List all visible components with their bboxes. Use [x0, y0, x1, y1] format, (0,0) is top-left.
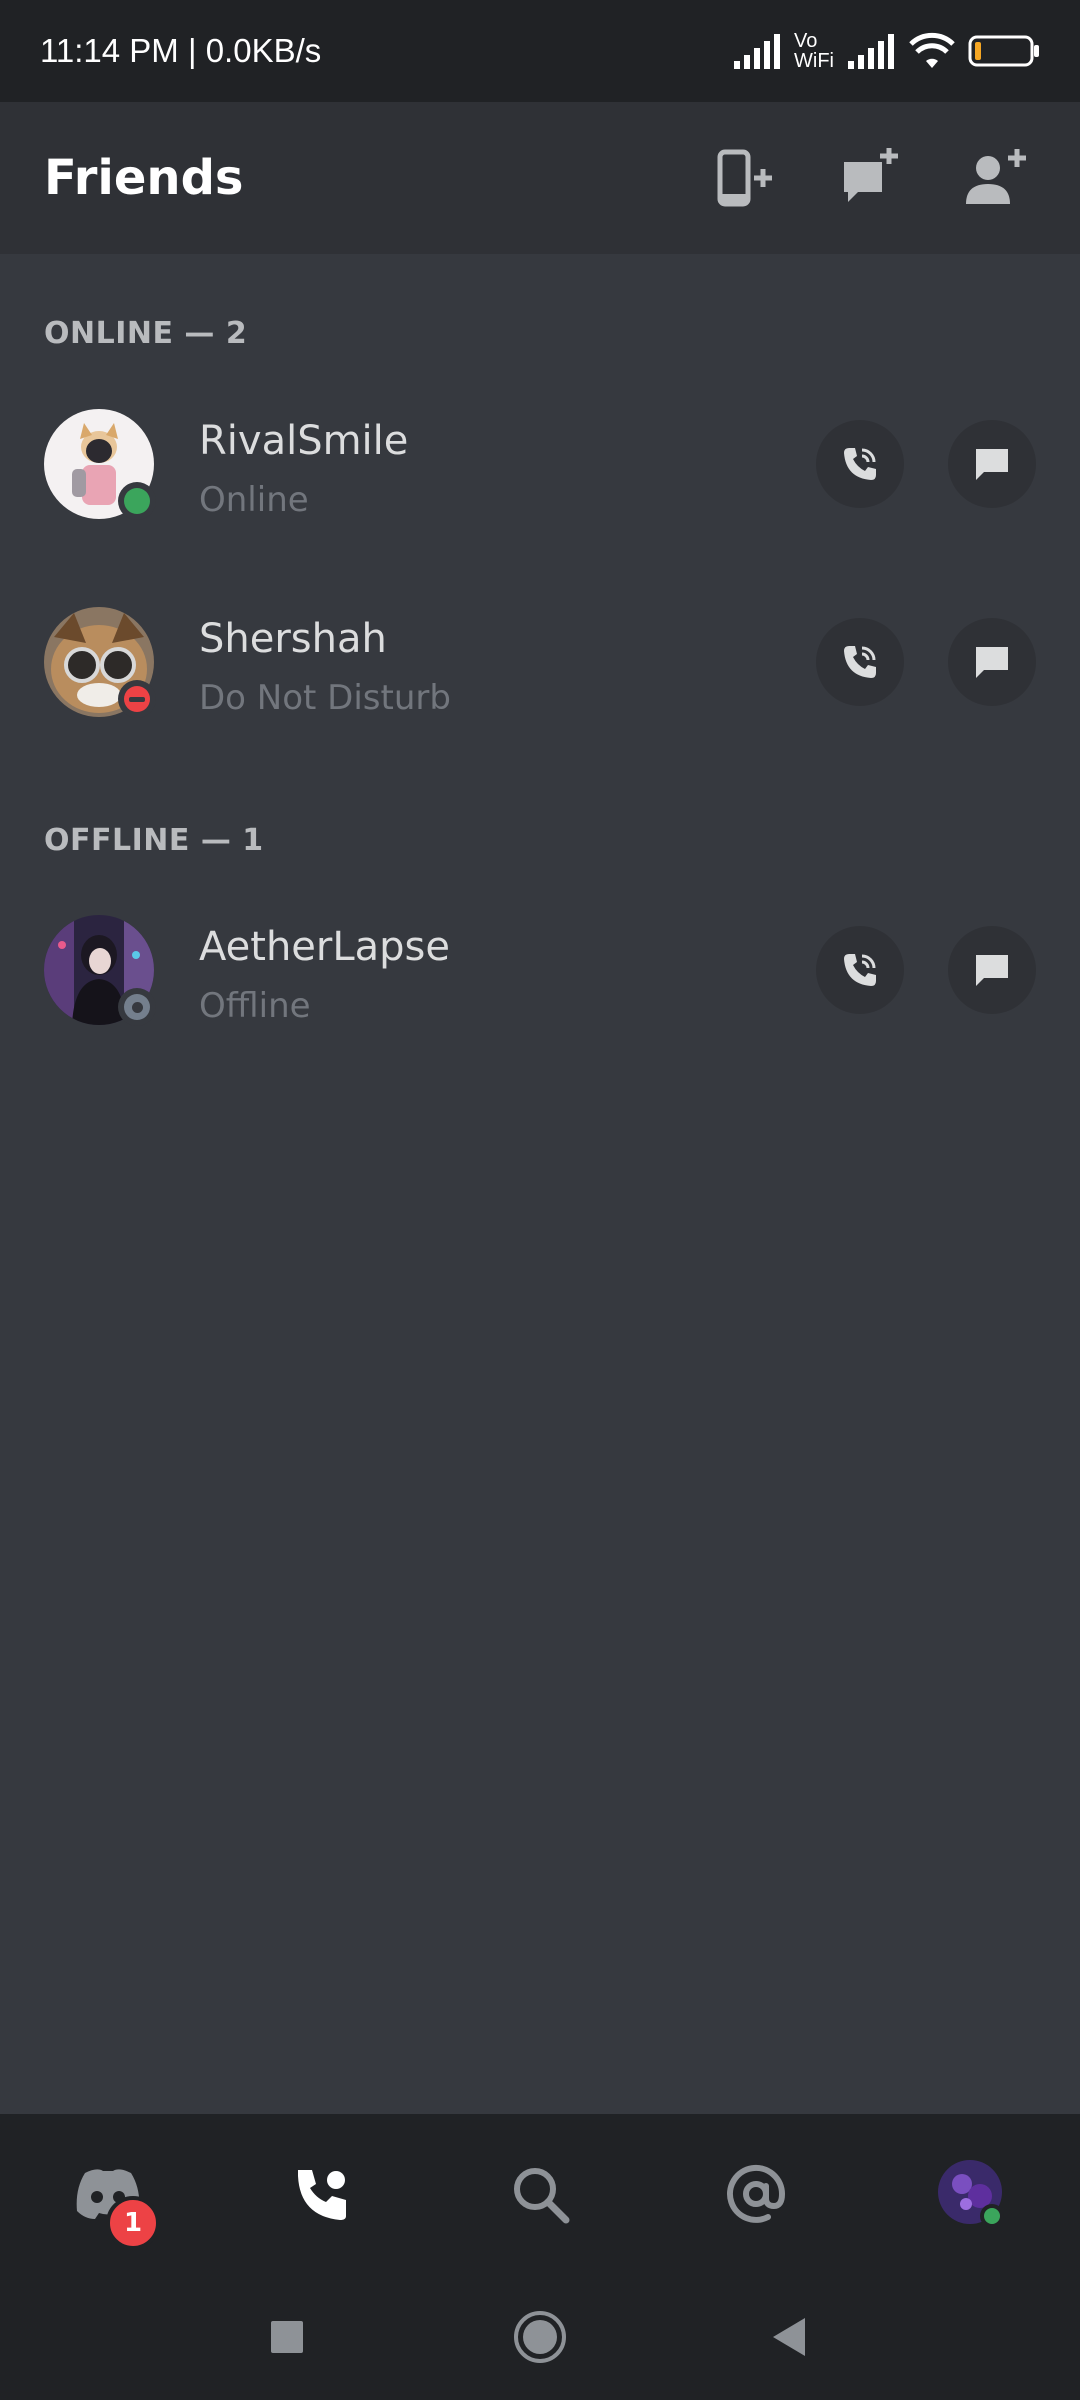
page-title: Friends: [44, 150, 244, 206]
message-button[interactable]: [948, 618, 1036, 706]
friends-icon: [298, 2170, 346, 2220]
cellular-signal-2-icon: [848, 34, 894, 69]
friend-row[interactable]: AetherLapse Offline: [0, 890, 1080, 1050]
nav-friends-button[interactable]: [284, 2154, 364, 2234]
voice-call-button[interactable]: [816, 618, 904, 706]
phone-call-icon: [844, 448, 876, 480]
offline-status-icon: [124, 994, 150, 1020]
home-button[interactable]: [507, 2304, 573, 2370]
at-sign-icon: [727, 2164, 786, 2223]
nav-search-button[interactable]: [500, 2154, 580, 2234]
back-button[interactable]: [756, 2304, 822, 2370]
back-triangle-icon: [773, 2318, 805, 2356]
vowifi-label: Vo WiFi: [794, 31, 834, 71]
new-group-dm-button[interactable]: [830, 138, 910, 218]
friend-status: Do Not Disturb: [199, 678, 451, 718]
section-header-online: ONLINE — 2: [44, 316, 248, 351]
presence-indicator: [118, 680, 156, 718]
chat-bubble-icon: [976, 955, 1008, 986]
presence-indicator: [118, 482, 156, 520]
voice-call-button[interactable]: [816, 420, 904, 508]
friend-name: Shershah: [199, 616, 387, 662]
vowifi-label-top: Vo: [794, 30, 818, 52]
status-time: 11:14 PM | 0.0KB/s: [40, 32, 322, 69]
add-contact-device-button[interactable]: [704, 138, 784, 218]
chat-bubble-icon: [976, 647, 1008, 678]
chat-add-icon: [844, 148, 898, 202]
user-avatar-icon: [938, 2160, 1004, 2228]
friend-status: Online: [199, 480, 309, 520]
vowifi-label-bottom: WiFi: [794, 50, 834, 72]
status-icons: Vo WiFi: [732, 31, 1040, 71]
header-actions: [658, 138, 1036, 218]
add-friend-button[interactable]: [956, 138, 1036, 218]
friend-name: AetherLapse: [199, 924, 450, 970]
notification-badge: 1: [106, 2196, 160, 2250]
dnd-status-icon: [124, 686, 150, 712]
message-button[interactable]: [948, 420, 1036, 508]
presence-indicator: [118, 988, 156, 1026]
phone-call-icon: [844, 646, 876, 678]
recent-apps-button[interactable]: [254, 2304, 320, 2370]
section-header-offline: OFFLINE — 1: [44, 823, 264, 858]
nav-mentions-button[interactable]: [716, 2154, 796, 2234]
person-add-icon: [966, 149, 1026, 204]
battery-icon: [968, 35, 1039, 67]
chat-bubble-icon: [976, 449, 1008, 480]
friend-row[interactable]: Shershah Do Not Disturb: [0, 582, 1080, 742]
nav-profile-button[interactable]: [932, 2154, 1012, 2234]
square-icon: [271, 2321, 303, 2353]
search-icon: [514, 2168, 570, 2224]
message-button[interactable]: [948, 926, 1036, 1014]
friend-name: RivalSmile: [199, 418, 409, 464]
phone-call-icon: [844, 954, 876, 986]
bottom-nav: 1: [0, 2114, 1080, 2274]
friend-status: Offline: [199, 986, 311, 1026]
header: Friends: [0, 102, 1080, 254]
cellular-signal-icon: [734, 34, 781, 69]
system-nav-bar: [0, 2274, 1080, 2400]
phone-add-icon: [717, 149, 772, 207]
wifi-icon: [909, 32, 955, 68]
status-bar: 11:14 PM | 0.0KB/s Vo WiFi: [0, 0, 1080, 102]
circle-icon: [514, 2311, 566, 2363]
friend-row[interactable]: RivalSmile Online: [0, 384, 1080, 544]
voice-call-button[interactable]: [816, 926, 904, 1014]
online-status-icon: [124, 488, 150, 514]
